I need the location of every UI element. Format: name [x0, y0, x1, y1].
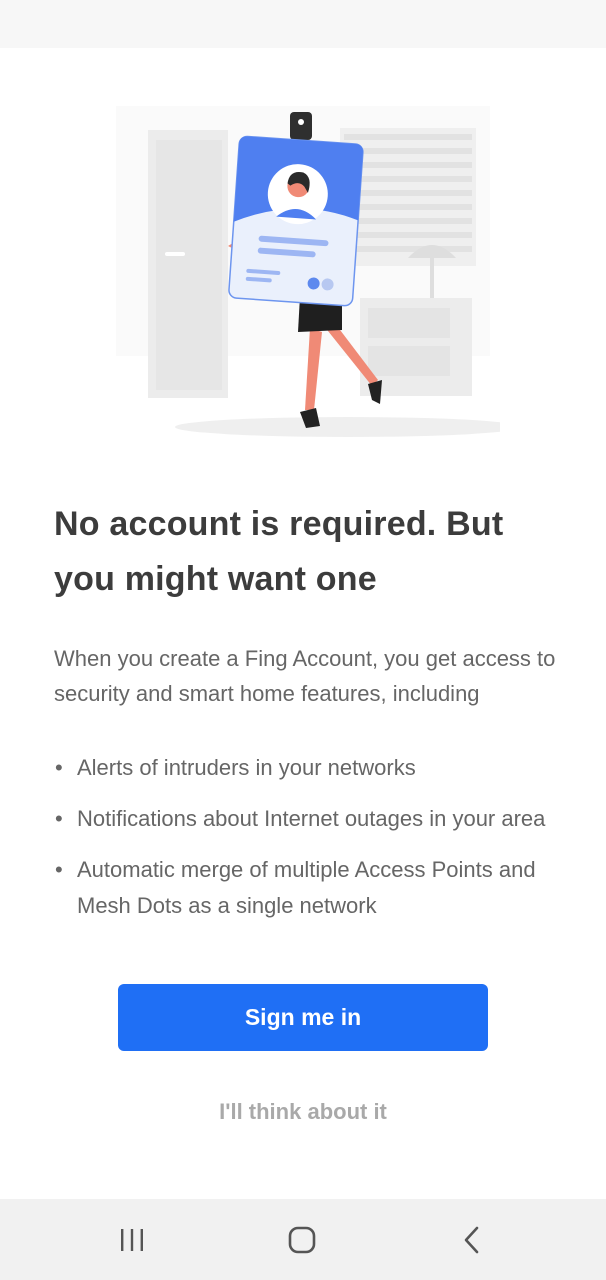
- bullet-icon: •: [55, 755, 63, 780]
- bullet-icon: •: [55, 806, 63, 831]
- id-badge-woman-illustration: [110, 100, 521, 445]
- back-icon[interactable]: [450, 1219, 494, 1261]
- system-nav-bar: [0, 1199, 606, 1280]
- bullet-icon: •: [55, 857, 63, 882]
- feature-text: Alerts of intruders in your networks: [77, 755, 416, 780]
- skip-link[interactable]: I'll think about it: [0, 1094, 606, 1130]
- sign-in-button[interactable]: Sign me in: [118, 984, 488, 1051]
- feature-text: Automatic merge of multiple Access Point…: [77, 857, 536, 918]
- feature-text: Notifications about Internet outages in …: [77, 806, 546, 831]
- list-item: • Alerts of intruders in your networks: [54, 750, 574, 786]
- page-title: No account is required. But you might wa…: [54, 505, 504, 598]
- home-icon[interactable]: [280, 1219, 324, 1261]
- list-item: • Automatic merge of multiple Access Poi…: [54, 852, 574, 924]
- recents-icon[interactable]: [110, 1219, 154, 1261]
- feature-list: • Alerts of intruders in your networks •…: [54, 750, 574, 924]
- list-item: • Notifications about Internet outages i…: [54, 801, 574, 837]
- status-bar: [0, 0, 606, 48]
- intro-text: When you create a Fing Account, you get …: [54, 646, 556, 706]
- feature-list-container[interactable]: • Alerts of intruders in your networks •…: [54, 750, 574, 944]
